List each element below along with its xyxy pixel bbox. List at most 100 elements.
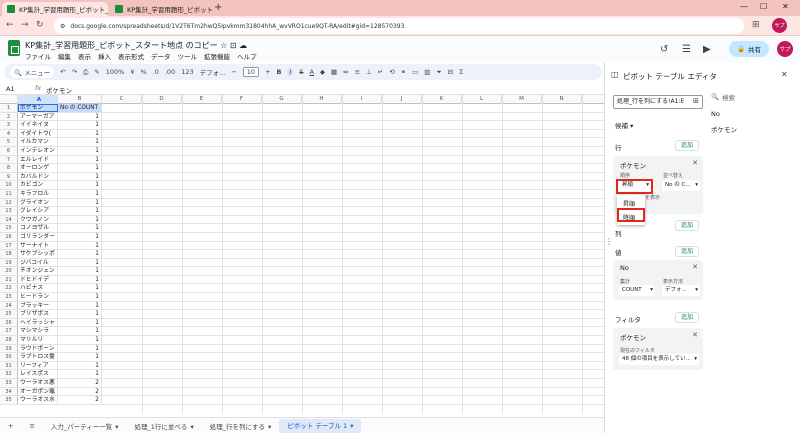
row-number[interactable]: 18 <box>0 250 18 258</box>
cell-b[interactable]: 1 <box>58 353 102 361</box>
column-header[interactable]: C <box>102 95 142 104</box>
cell-b[interactable]: 2 <box>58 396 102 404</box>
new-tab-icon[interactable]: + <box>214 2 222 13</box>
cell-a[interactable]: ジバコイル <box>18 258 58 267</box>
forward-icon[interactable]: → <box>21 20 29 30</box>
row-number[interactable]: 9 <box>0 172 18 181</box>
back-icon[interactable]: ← <box>6 20 14 30</box>
font-size-input[interactable]: 10 <box>242 67 260 77</box>
cell-b[interactable]: 1 <box>58 327 102 336</box>
font-select[interactable]: デフォ... <box>200 67 226 77</box>
menu-extensions[interactable]: 拡張機能 <box>204 51 230 61</box>
row-number[interactable]: 33 <box>0 379 18 387</box>
cell-a[interactable]: ブリザポス <box>18 310 58 318</box>
sheet-tab-transpose[interactable]: 処理_行を列にする ▾ <box>202 421 280 431</box>
cell-b[interactable]: 1 <box>58 121 102 129</box>
cell-a[interactable]: インテレオン <box>18 146 58 155</box>
minimize-icon[interactable]: — <box>740 2 748 11</box>
comment-icon[interactable]: ▭ <box>412 68 418 76</box>
redo-icon[interactable]: ↷ <box>72 68 77 76</box>
cell-a[interactable]: ハピナス <box>18 284 58 293</box>
row-number[interactable]: 20 <box>0 267 18 275</box>
row-number[interactable]: 14 <box>0 215 18 224</box>
row-number[interactable]: 2 <box>0 112 18 121</box>
history-icon[interactable]: ↺ <box>660 44 668 55</box>
show-as-select[interactable]: デフォ... ▾ <box>662 285 700 296</box>
chart-icon[interactable]: ▥ <box>424 68 430 76</box>
cell-b[interactable]: 1 <box>58 189 102 198</box>
sheets-logo-icon[interactable] <box>8 40 20 56</box>
column-header[interactable]: D <box>142 95 182 104</box>
share-button[interactable]: 🔒 共有 <box>729 41 769 57</box>
cell-a[interactable]: キラフロル <box>18 189 58 198</box>
cell-a[interactable]: カバルドン <box>18 172 58 181</box>
row-number[interactable]: 15 <box>0 224 18 232</box>
cell-b[interactable]: 1 <box>58 361 102 370</box>
menu-view[interactable]: 表示 <box>78 51 91 61</box>
cell-a[interactable]: グレイシア <box>18 207 58 215</box>
font-size-increase-icon[interactable]: + <box>265 68 270 76</box>
row-number[interactable]: 17 <box>0 241 18 250</box>
cell-b[interactable]: 1 <box>58 301 102 310</box>
field-item[interactable]: No <box>711 110 720 118</box>
currency-button[interactable]: ¥ <box>130 68 134 76</box>
paint-format-icon[interactable]: ✎ <box>94 68 99 76</box>
extensions-icon[interactable]: ⊞ <box>752 20 760 30</box>
text-color-icon[interactable]: A <box>310 68 314 76</box>
decrease-decimal-button[interactable]: .0 <box>153 68 159 76</box>
cell-a[interactable]: チオンジェン <box>18 267 58 275</box>
sort-by-select[interactable]: No の C... ▾ <box>662 180 700 191</box>
align-icon[interactable]: ≡ <box>355 68 360 76</box>
cell-a[interactable]: サケブシッポ <box>18 250 58 258</box>
browser-tab-2[interactable]: KP集計_学習用題形_ピボット_スタ ✕ <box>110 2 212 16</box>
cell-a[interactable]: クワガノン <box>18 215 58 224</box>
cell-a[interactable]: アーマーガア <box>18 112 58 121</box>
cell-b[interactable]: 1 <box>58 344 102 353</box>
cell-b[interactable]: 1 <box>58 215 102 224</box>
row-number[interactable]: 28 <box>0 336 18 344</box>
profile-avatar[interactable]: サプ <box>772 18 787 33</box>
sheet-tab-pivot[interactable]: ピボット テーブル 1 ▾ <box>279 418 362 433</box>
close-icon[interactable]: ✕ <box>781 70 788 79</box>
cell-a[interactable]: ドヒドイデ <box>18 275 58 284</box>
remove-row-icon[interactable]: ✕ <box>692 159 698 167</box>
fill-color-icon[interactable]: ◆ <box>320 68 325 76</box>
row-number[interactable]: 22 <box>0 284 18 293</box>
row-number[interactable]: 23 <box>0 293 18 301</box>
cell-a[interactable]: イイネイヌ <box>18 121 58 129</box>
column-header[interactable]: F <box>222 95 262 104</box>
font-size-decrease-icon[interactable]: − <box>231 68 236 76</box>
filter-status-select[interactable]: 48 個の項目を表示してい... ▾ <box>619 354 699 365</box>
cell-b[interactable]: 1 <box>58 293 102 301</box>
row-number[interactable]: 19 <box>0 258 18 267</box>
row-number[interactable]: 25 <box>0 310 18 318</box>
cell-a[interactable]: オーロンゲ <box>18 164 58 172</box>
cell-b[interactable]: 1 <box>58 172 102 181</box>
cell-b[interactable]: 1 <box>58 275 102 284</box>
cell-b[interactable]: 1 <box>58 198 102 207</box>
add-row-button[interactable]: 追加 <box>675 140 699 151</box>
star-icon[interactable]: ☆ <box>220 41 227 50</box>
column-header[interactable]: B <box>58 95 102 104</box>
cell-b[interactable]: 1 <box>58 232 102 241</box>
row-number[interactable]: 13 <box>0 207 18 215</box>
row-number[interactable]: 6 <box>0 146 18 155</box>
column-header[interactable]: I <box>342 95 382 104</box>
formula-input[interactable]: ポケモン <box>46 85 72 95</box>
account-avatar[interactable]: サプ <box>777 41 793 57</box>
borders-icon[interactable]: ▦ <box>331 68 337 76</box>
menu-data[interactable]: データ <box>151 51 171 61</box>
cell-a[interactable]: イダイトウ( <box>18 129 58 138</box>
all-sheets-icon[interactable]: ≡ <box>21 422 42 430</box>
row-number[interactable]: 5 <box>0 138 18 146</box>
cell-a[interactable]: ラウドボーン <box>18 344 58 353</box>
move-folder-icon[interactable]: ⊡ <box>230 41 237 50</box>
cell-a[interactable]: ヒードラン <box>18 293 58 301</box>
row-number[interactable]: 32 <box>0 370 18 378</box>
row-number[interactable]: 1 <box>0 104 18 112</box>
add-sheet-icon[interactable]: + <box>0 422 21 430</box>
name-box[interactable]: A1 <box>6 85 15 93</box>
field-search-input[interactable]: 🔍 検索 <box>711 90 795 104</box>
data-range-input[interactable]: 処理_行を列にする!A1:E <box>613 95 703 109</box>
row-number[interactable]: 31 <box>0 361 18 370</box>
